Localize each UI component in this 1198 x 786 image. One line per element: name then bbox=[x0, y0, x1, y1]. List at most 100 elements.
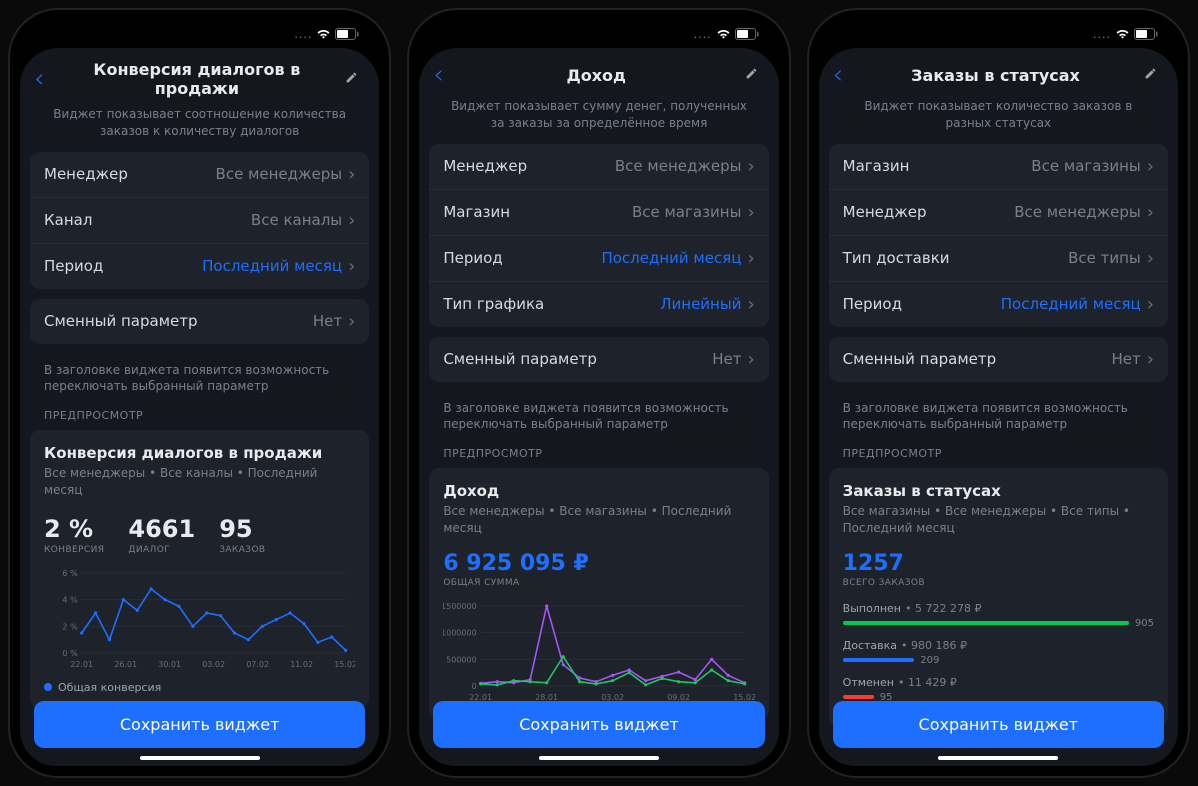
chevron-right-icon: › bbox=[1147, 349, 1154, 370]
legend-label: Общая конверсия bbox=[58, 681, 161, 694]
chevron-right-icon: › bbox=[747, 248, 754, 269]
setting-value: Последний месяц bbox=[601, 249, 741, 267]
preview-title: Заказы в статусах bbox=[843, 482, 1154, 500]
setting-value: Все менеджеры bbox=[1014, 203, 1141, 221]
svg-text:0 %: 0 % bbox=[62, 649, 78, 658]
metric-label: ДИАЛОГ bbox=[128, 545, 195, 555]
bar-fill bbox=[843, 658, 915, 662]
variable-param-hint: В заголовке виджета появится возможность… bbox=[429, 392, 768, 448]
metric-value: 6 925 095 ₽ bbox=[443, 551, 754, 576]
preview-section-label: ПРЕДПРОСМОТР bbox=[429, 447, 768, 468]
setting-value: Все каналы bbox=[251, 211, 342, 229]
bar-count: 209 bbox=[920, 655, 939, 666]
back-button[interactable]: ‹ bbox=[30, 64, 48, 94]
setting-label: Сменный параметр bbox=[843, 350, 1112, 368]
wifi-icon bbox=[316, 29, 331, 40]
bar-row: Выполнен• 5 722 278 ₽ 905 bbox=[843, 602, 1154, 629]
setting-period[interactable]: ПериодПоследний месяц › bbox=[829, 282, 1168, 327]
setting-variable-param[interactable]: Сменный параметрНет› bbox=[829, 337, 1168, 382]
setting-variable-param[interactable]: Сменный параметрНет› bbox=[429, 337, 768, 382]
chevron-right-icon: › bbox=[348, 210, 355, 231]
svg-text:07.02: 07.02 bbox=[246, 660, 269, 669]
svg-text:1500000: 1500000 bbox=[443, 602, 477, 611]
edit-button[interactable] bbox=[345, 69, 365, 89]
setting-label: Менеджер bbox=[843, 203, 1015, 221]
setting-label: Тип доставки bbox=[843, 249, 1068, 267]
bar-amount: • 5 722 278 ₽ bbox=[905, 602, 981, 615]
bar-fill bbox=[843, 621, 1129, 625]
settings-group: Сменный параметрНет› bbox=[829, 337, 1168, 382]
chevron-right-icon: › bbox=[1147, 294, 1154, 315]
save-button-wrap: Сохранить виджет bbox=[34, 701, 365, 748]
edit-button[interactable] bbox=[1144, 65, 1164, 85]
setting-delivery-type[interactable]: Тип доставкиВсе типы› bbox=[829, 236, 1168, 282]
bar-amount: • 11 429 ₽ bbox=[898, 676, 957, 689]
svg-text:30.01: 30.01 bbox=[158, 660, 181, 669]
bar-fill bbox=[843, 695, 874, 699]
wifi-icon bbox=[716, 29, 731, 40]
bar-name: Доставка bbox=[843, 639, 897, 652]
signal-dots-icon: .... bbox=[294, 28, 312, 41]
setting-manager[interactable]: МенеджерВсе менеджеры› bbox=[30, 152, 369, 198]
chevron-right-icon: › bbox=[747, 294, 754, 315]
home-indicator[interactable] bbox=[140, 756, 260, 760]
svg-text:26.01: 26.01 bbox=[114, 660, 137, 669]
page-title: Заказы в статусах bbox=[853, 66, 1138, 85]
back-button[interactable]: ‹ bbox=[429, 60, 447, 90]
setting-period[interactable]: ПериодПоследний месяц› bbox=[30, 244, 369, 289]
header: ‹ Конверсия диалогов в продажи bbox=[20, 48, 379, 106]
setting-value: Последний месяц bbox=[1001, 295, 1141, 313]
header: ‹ Заказы в статусах bbox=[819, 48, 1178, 98]
wifi-icon bbox=[1115, 29, 1130, 40]
setting-value: Все магазины bbox=[1031, 157, 1141, 175]
setting-label: Канал bbox=[44, 211, 251, 229]
setting-label: Период bbox=[843, 295, 1001, 313]
line-chart: 05000001000000150000022.0128.0103.0209.0… bbox=[443, 602, 754, 706]
battery-icon bbox=[1134, 28, 1158, 40]
setting-value: Все менеджеры bbox=[216, 165, 343, 183]
save-button[interactable]: Сохранить виджет bbox=[833, 701, 1164, 748]
setting-manager[interactable]: МенеджерВсе менеджеры› bbox=[429, 144, 768, 190]
widget-description: Виджет показывает соотношение количества… bbox=[20, 106, 379, 152]
home-indicator[interactable] bbox=[539, 756, 659, 760]
preview-card: Конверсия диалогов в продажи Все менедже… bbox=[30, 430, 369, 708]
phone-frame: .... ‹ Заказы в статусах Виджет показыва… bbox=[809, 10, 1188, 776]
preview-title: Конверсия диалогов в продажи bbox=[44, 444, 355, 462]
setting-variable-param[interactable]: Сменный параметрНет› bbox=[30, 299, 369, 344]
battery-icon bbox=[335, 28, 359, 40]
setting-value: Нет bbox=[313, 312, 342, 330]
setting-label: Период bbox=[44, 257, 202, 275]
save-button[interactable]: Сохранить виджет bbox=[433, 701, 764, 748]
preview-section-label: ПРЕДПРОСМОТР bbox=[829, 447, 1168, 468]
phone-frame: .... ‹ Доход Виджет показывает сумму ден… bbox=[409, 10, 788, 776]
chevron-right-icon: › bbox=[1147, 156, 1154, 177]
signal-dots-icon: .... bbox=[694, 28, 712, 41]
preview-subtitle: Все менеджеры • Все магазины • Последний… bbox=[443, 503, 754, 537]
back-button[interactable]: ‹ bbox=[829, 60, 847, 90]
status-bar: .... bbox=[819, 20, 1178, 48]
metric-value: 2 % bbox=[44, 515, 104, 543]
edit-button[interactable] bbox=[745, 65, 765, 85]
save-button[interactable]: Сохранить виджет bbox=[34, 701, 365, 748]
metric: 4661 ДИАЛОГ bbox=[128, 515, 195, 555]
svg-text:1000000: 1000000 bbox=[443, 628, 477, 637]
metrics-row: 2 %КОНВЕРСИЯ 4661ДИАЛОГ 95ЗАКАЗОВ bbox=[44, 515, 355, 555]
setting-store[interactable]: МагазинВсе магазины› bbox=[429, 190, 768, 236]
setting-manager[interactable]: МенеджерВсе менеджеры› bbox=[829, 190, 1168, 236]
settings-group: Сменный параметрНет› bbox=[30, 299, 369, 344]
phone-frame: .... ‹ Конверсия диалогов в продажи Видж… bbox=[10, 10, 389, 776]
metric-value: 1257 bbox=[843, 551, 1154, 576]
setting-chart-type[interactable]: Тип графикаЛинейный› bbox=[429, 282, 768, 327]
metric-value: 4661 bbox=[128, 515, 195, 543]
preview-subtitle: Все магазины • Все менеджеры • Все типы … bbox=[843, 503, 1154, 537]
preview-section-label: ПРЕДПРОСМОТР bbox=[30, 409, 369, 430]
setting-channel[interactable]: КаналВсе каналы › bbox=[30, 198, 369, 244]
bar-count: 905 bbox=[1135, 618, 1154, 629]
preview-title: Доход bbox=[443, 482, 754, 500]
setting-label: Период bbox=[443, 249, 601, 267]
setting-period[interactable]: ПериодПоследний месяц › bbox=[429, 236, 768, 282]
chevron-right-icon: › bbox=[747, 349, 754, 370]
home-indicator[interactable] bbox=[938, 756, 1058, 760]
setting-store[interactable]: МагазинВсе магазины› bbox=[829, 144, 1168, 190]
svg-text:4 %: 4 % bbox=[62, 595, 78, 604]
